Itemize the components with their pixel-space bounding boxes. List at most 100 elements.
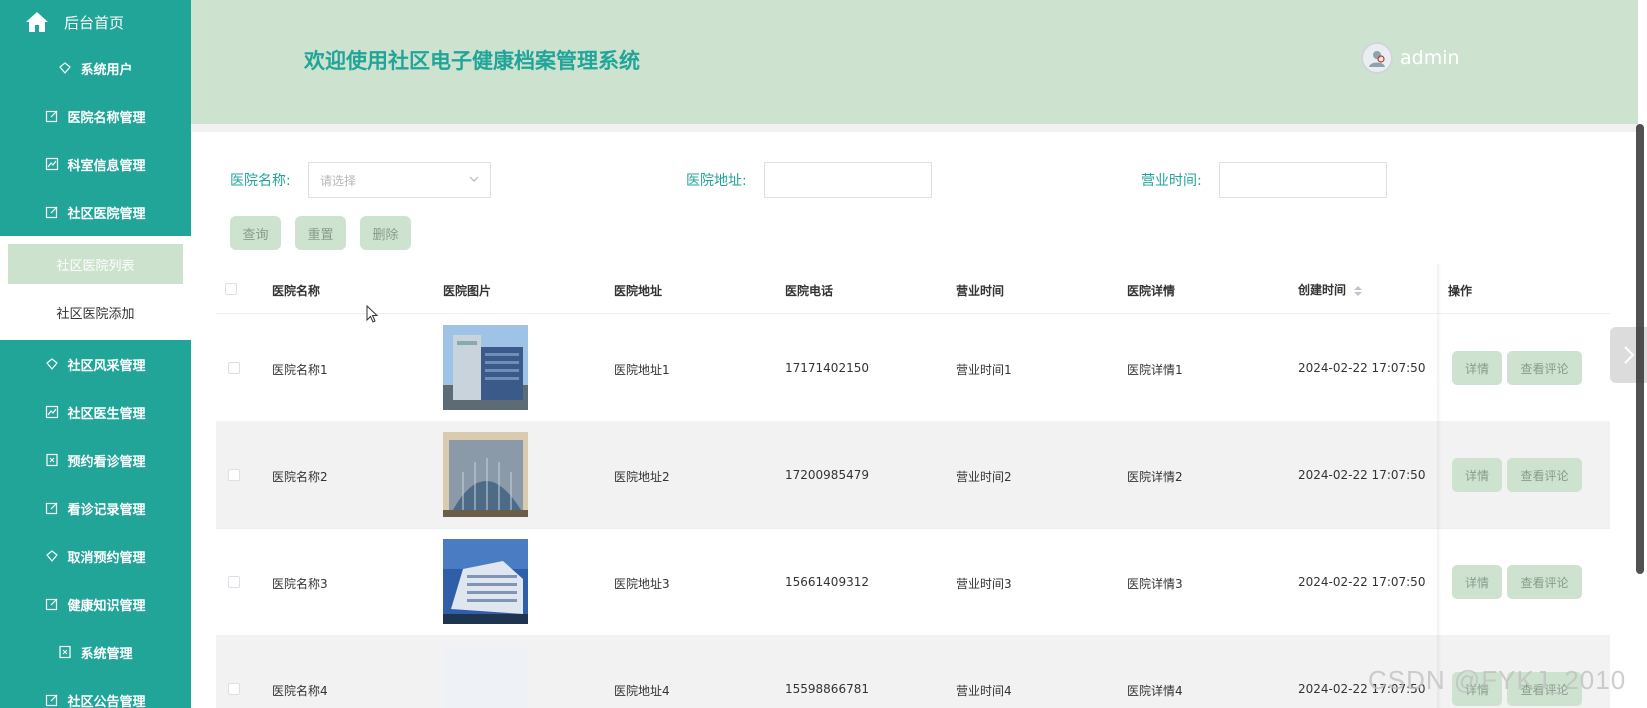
username: admin: [1400, 47, 1460, 69]
table-row: 医院名称2 医院地址2 17200985479 营业时间2 医院详情2 2024…: [216, 421, 1610, 528]
view-comments-button[interactable]: 查看评论: [1507, 351, 1582, 385]
address-input[interactable]: [764, 162, 932, 198]
sidebar: 后台首页 系统用户 医院名称管理 科室信息管理 社区医院管理 社区医院列表 社区…: [0, 0, 191, 708]
sidebar-submenu: 社区医院列表 社区医院添加: [0, 236, 191, 340]
cell-address: 医院地址4: [614, 684, 670, 698]
cell-detail: 医院详情2: [1127, 470, 1183, 484]
cell-phone: 15661409312: [785, 575, 869, 589]
sidebar-item-label: 取消预约管理: [67, 550, 146, 566]
column-header-created-label: 创建时间: [1298, 283, 1347, 297]
edit-icon: [45, 109, 59, 123]
edit-icon: [45, 501, 59, 515]
cell-hours: 营业时间1: [956, 363, 1012, 377]
sidebar-item-label: 预约看诊管理: [67, 454, 146, 470]
detail-button[interactable]: 详情: [1452, 351, 1502, 385]
cell-hours: 营业时间2: [956, 470, 1012, 484]
filter-address-label: 医院地址:: [686, 173, 747, 189]
sidebar-item-label: 看诊记录管理: [67, 502, 146, 518]
cell-name: 医院名称2: [272, 470, 328, 484]
doc-icon: [58, 645, 72, 659]
chevron-right-icon: [1623, 346, 1634, 364]
row-checkbox[interactable]: [228, 469, 240, 481]
column-header-name: 医院名称: [272, 284, 321, 298]
column-header-image: 医院图片: [443, 284, 492, 298]
chart-icon: [45, 405, 59, 419]
sidebar-item-community-style[interactable]: 社区风采管理: [0, 340, 191, 388]
sidebar-item-label: 系统管理: [80, 646, 133, 662]
column-header-detail: 医院详情: [1127, 284, 1176, 298]
edit-icon: [45, 597, 59, 611]
row-checkbox[interactable]: [228, 683, 240, 695]
mouse-cursor-icon: [366, 305, 378, 323]
sidebar-subitem-hospital-list[interactable]: 社区医院列表: [8, 244, 183, 284]
sidebar-item-label: 科室信息管理: [67, 158, 146, 174]
sidebar-item-hospital-name[interactable]: 医院名称管理: [0, 92, 191, 140]
query-button[interactable]: 查询: [230, 216, 281, 250]
sidebar-item-label: 社区医生管理: [67, 406, 146, 422]
sidebar-item-community-hospital[interactable]: 社区医院管理: [0, 188, 191, 236]
table-row: 医院名称1 医院地址1 17171402150 营业时间1 医院详情1 2024…: [216, 314, 1610, 421]
sidebar-item-community-doctor[interactable]: 社区医生管理: [0, 388, 191, 436]
hospital-image: [443, 646, 528, 708]
cell-name: 医院名称4: [272, 684, 328, 698]
hospital-name-select[interactable]: 请选择: [308, 162, 491, 198]
hospital-image: [443, 325, 528, 410]
sidebar-subitem-hospital-add[interactable]: 社区医院添加: [8, 292, 183, 332]
cell-address: 医院地址3: [614, 577, 670, 591]
top-header: 欢迎使用社区电子健康档案管理系统 admin: [191, 0, 1638, 124]
sidebar-item-system-users[interactable]: 系统用户: [0, 44, 191, 92]
view-comments-button[interactable]: 查看评论: [1507, 458, 1582, 492]
sidebar-item-system-management[interactable]: 系统管理: [0, 628, 191, 676]
sidebar-item-appointment[interactable]: 预约看诊管理: [0, 436, 191, 484]
detail-button[interactable]: 详情: [1452, 565, 1502, 599]
hospital-name-select-placeholder: 请选择: [320, 173, 357, 188]
column-header-created[interactable]: 创建时间: [1298, 281, 1363, 298]
detail-button[interactable]: 详情: [1452, 458, 1502, 492]
cell-phone: 17171402150: [785, 361, 869, 375]
cell-address: 医院地址1: [614, 363, 670, 377]
hospital-image: [443, 539, 528, 624]
cell-detail: 医院详情1: [1127, 363, 1183, 377]
sidebar-home-label: 后台首页: [64, 13, 125, 32]
view-comments-button[interactable]: 查看评论: [1507, 565, 1582, 599]
sidebar-item-label: 社区医院管理: [67, 206, 146, 222]
avatar: [1361, 42, 1393, 74]
cell-phone: 17200985479: [785, 468, 869, 482]
column-header-address: 医院地址: [614, 284, 663, 298]
reset-button[interactable]: 重置: [295, 216, 346, 250]
page-title: 欢迎使用社区电子健康档案管理系统: [304, 49, 640, 73]
diamond-icon: [45, 549, 59, 563]
vertical-scrollbar[interactable]: [1636, 124, 1644, 574]
cell-created: 2024-02-22 17:07:50: [1298, 361, 1426, 375]
hours-input[interactable]: [1219, 162, 1387, 198]
sidebar-item-visit-record[interactable]: 看诊记录管理: [0, 484, 191, 532]
select-all-checkbox[interactable]: [225, 283, 237, 295]
sidebar-item-community-notice[interactable]: 社区公告管理: [0, 676, 191, 708]
sidebar-item-department[interactable]: 科室信息管理: [0, 140, 191, 188]
doc-icon: [45, 453, 59, 467]
user-avatar-icon: [1369, 51, 1385, 67]
user-menu[interactable]: admin: [1361, 42, 1460, 74]
edit-icon: [45, 205, 59, 219]
delete-button[interactable]: 删除: [360, 216, 411, 250]
row-checkbox[interactable]: [228, 362, 240, 374]
cell-created: 2024-02-22 17:07:50: [1298, 468, 1426, 482]
chart-icon: [45, 157, 59, 171]
column-header-phone: 医院电话: [785, 284, 834, 298]
sidebar-item-cancel-appointment[interactable]: 取消预约管理: [0, 532, 191, 580]
home-icon: [26, 12, 48, 32]
fixed-column-shadow: [1437, 264, 1441, 708]
sidebar-home[interactable]: 后台首页: [0, 0, 191, 44]
sidebar-item-label: 社区风采管理: [67, 358, 146, 374]
cell-phone: 15598866781: [785, 682, 869, 696]
cell-detail: 医院详情4: [1127, 684, 1183, 698]
cell-name: 医院名称1: [272, 363, 328, 377]
sidebar-item-health-knowledge[interactable]: 健康知识管理: [0, 580, 191, 628]
cell-hours: 营业时间4: [956, 684, 1012, 698]
cell-name: 医院名称3: [272, 577, 328, 591]
cell-address: 医院地址2: [614, 470, 670, 484]
chevron-down-icon: [469, 176, 479, 182]
row-checkbox[interactable]: [228, 576, 240, 588]
sort-icon[interactable]: [1354, 285, 1363, 296]
filter-hospital-name-label: 医院名称:: [230, 173, 291, 189]
